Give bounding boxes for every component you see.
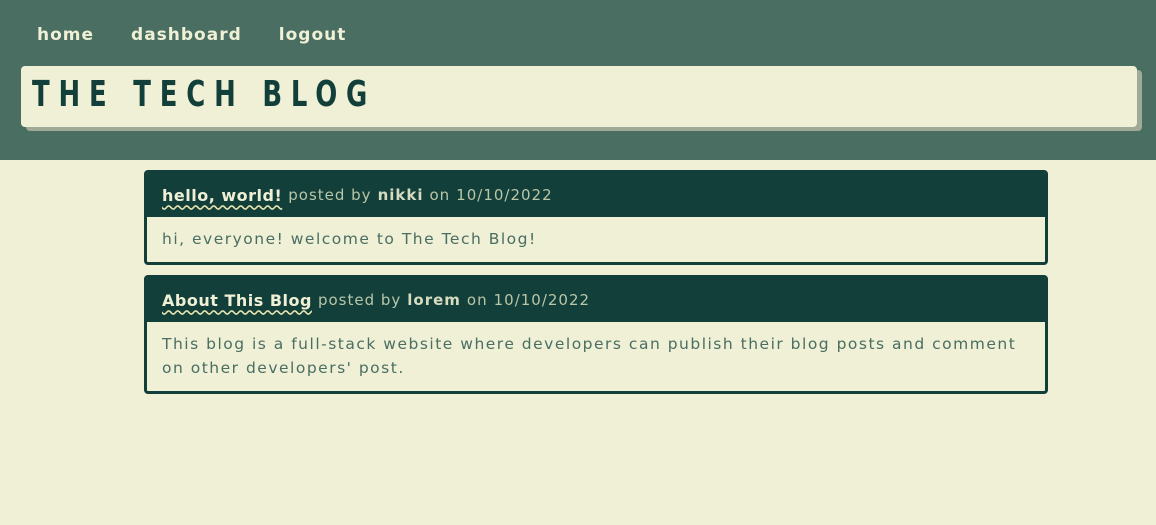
site-header: home dashboard logout THE TECH BLOG	[0, 0, 1156, 160]
post-card: About This Blog posted by lorem on 10/10…	[144, 275, 1048, 394]
post-date: 10/10/2022	[493, 291, 591, 309]
main-nav: home dashboard logout	[37, 24, 383, 46]
post-header: hello, world! posted by nikki on 10/10/2…	[147, 173, 1045, 217]
nav-home-link[interactable]: home	[37, 24, 94, 46]
post-header: About This Blog posted by lorem on 10/10…	[147, 278, 1045, 322]
nav-logout-link[interactable]: logout	[279, 24, 347, 46]
post-posted-by-label: posted by	[317, 291, 402, 309]
post-on-label: on	[429, 186, 451, 204]
post-author: lorem	[407, 291, 461, 309]
post-body: hi, everyone! welcome to The Tech Blog!	[162, 230, 537, 248]
post-posted-by-label: posted by	[288, 186, 372, 204]
post-title-link[interactable]: About This Blog	[162, 291, 312, 310]
post-date: 10/10/2022	[456, 186, 553, 204]
post-list: hello, world! posted by nikki on 10/10/2…	[144, 170, 1048, 404]
post-card: hello, world! posted by nikki on 10/10/2…	[144, 170, 1048, 265]
site-title: THE TECH BLOG	[32, 74, 377, 115]
post-body: This blog is a full-stack website where …	[162, 335, 1017, 377]
post-on-label: on	[466, 291, 488, 309]
nav-dashboard-link[interactable]: dashboard	[131, 24, 242, 46]
post-author: nikki	[377, 186, 424, 204]
post-title-link[interactable]: hello, world!	[162, 186, 282, 205]
site-title-box: THE TECH BLOG	[21, 66, 1137, 127]
